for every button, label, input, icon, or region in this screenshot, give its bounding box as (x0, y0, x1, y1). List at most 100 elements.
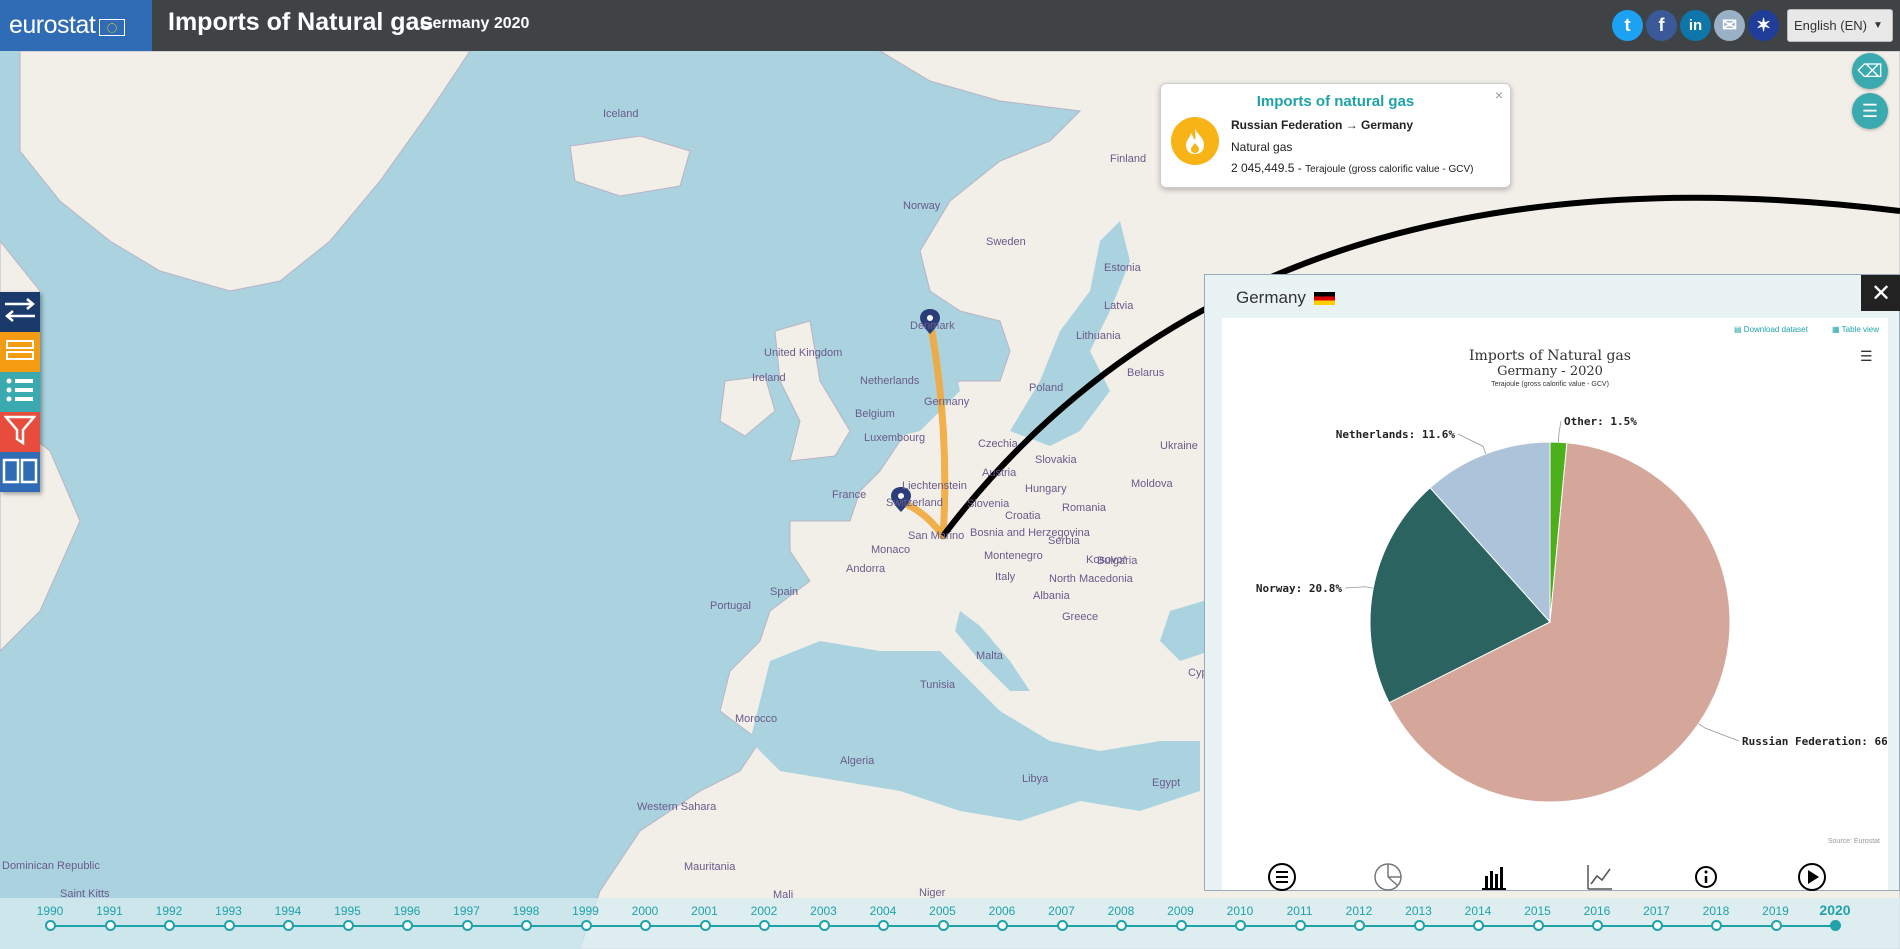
timeline-year-2009[interactable]: 2009 (1167, 904, 1194, 918)
timeline-year-1996[interactable]: 1996 (394, 904, 421, 918)
timeline-year-2014[interactable]: 2014 (1465, 904, 1492, 918)
timeline-dot-2006[interactable] (997, 920, 1008, 931)
timeline-year-1999[interactable]: 1999 (572, 904, 599, 918)
timeline-year-2002[interactable]: 2002 (751, 904, 778, 918)
timeline-year-1993[interactable]: 1993 (215, 904, 242, 918)
filter-tool-button[interactable] (0, 412, 40, 452)
linkedin-share-button[interactable]: in (1680, 10, 1711, 41)
swap-arrows-tool-button[interactable] (0, 292, 40, 332)
download-dataset-link[interactable]: ▤ Download dataset (1734, 325, 1808, 334)
timeline-year-2017[interactable]: 2017 (1643, 904, 1670, 918)
timeline-dot-2008[interactable] (1116, 920, 1127, 931)
timeline-dot-2018[interactable] (1711, 920, 1722, 931)
timeline-dot-1990[interactable] (45, 920, 56, 931)
map-label-portugal: Portugal (710, 600, 751, 612)
timeline-year-2000[interactable]: 2000 (632, 904, 659, 918)
timeline-dot-1999[interactable] (580, 920, 592, 931)
timeline-dot-1998[interactable] (521, 920, 532, 931)
timeline-dot-1992[interactable] (164, 920, 175, 931)
play-tab[interactable] (1796, 862, 1828, 897)
timeline-year-2008[interactable]: 2008 (1108, 904, 1135, 918)
timeline-year-1995[interactable]: 1995 (334, 904, 361, 918)
eu-flag-share-button[interactable]: ✶ (1748, 10, 1779, 41)
timeline-dot-2009[interactable] (1175, 920, 1187, 931)
timeline-year-2005[interactable]: 2005 (929, 904, 956, 918)
timeline-dot-2010[interactable] (1235, 920, 1246, 931)
book-tool-button[interactable] (0, 452, 40, 492)
timeline-year-2007[interactable]: 2007 (1048, 904, 1075, 918)
timeline-dot-2001[interactable] (699, 920, 711, 931)
menu-button[interactable]: ☰ (1852, 93, 1888, 129)
timeline-dot-1991[interactable] (104, 920, 116, 931)
eraser-button[interactable]: ⌫ (1852, 53, 1888, 89)
timeline-dot-1993[interactable] (223, 920, 235, 931)
timeline-year-2004[interactable]: 2004 (870, 904, 897, 918)
timeline-year-2010[interactable]: 2010 (1227, 904, 1254, 918)
map-label-hungary: Hungary (1025, 483, 1067, 495)
map-label-spain: Spain (770, 586, 799, 598)
timeline-dot-2002[interactable] (759, 920, 770, 931)
timeline-year-1997[interactable]: 1997 (453, 904, 480, 918)
timeline-dot-2005[interactable] (937, 920, 949, 931)
timeline-dot-1996[interactable] (402, 920, 413, 931)
eurostat-logo[interactable]: eurostat (0, 0, 152, 51)
timeline-year-1990[interactable]: 1990 (37, 904, 64, 918)
timeline-dot-2019[interactable] (1770, 920, 1782, 931)
timeline-dot-2016[interactable] (1592, 920, 1603, 931)
timeline-dot-1995[interactable] (342, 920, 354, 931)
year-timeline[interactable]: 1990 1991 1992 1993 1994 1995 1996 1997 1998 1999… (0, 898, 1900, 949)
flow-popup: Imports of natural gas × Russian Federat… (1160, 83, 1511, 188)
timeline-dot-2012[interactable] (1354, 920, 1365, 931)
play-icon (1797, 862, 1827, 897)
map-label-egypt: Egypt (1152, 777, 1181, 789)
germany-flag-icon (1313, 292, 1335, 306)
timeline-year-2006[interactable]: 2006 (989, 904, 1016, 918)
timeline-dot-2020[interactable] (1830, 920, 1841, 931)
map-label-finland: Finland (1110, 153, 1147, 165)
info-icon (1691, 862, 1721, 897)
timeline-dot-1997[interactable] (461, 920, 473, 931)
language-select[interactable]: English (EN) ▼ (1787, 9, 1893, 42)
timeline-year-2012[interactable]: 2012 (1346, 904, 1373, 918)
twitter-share-button[interactable]: t (1612, 10, 1643, 41)
timeline-dot-2000[interactable] (640, 920, 651, 931)
timeline-year-2011[interactable]: 2011 (1287, 904, 1313, 918)
timeline-year-1994[interactable]: 1994 (275, 904, 302, 918)
timeline-year-1998[interactable]: 1998 (513, 904, 540, 918)
timeline-year-2020[interactable]: 2020 (1819, 902, 1850, 918)
list-tool-button[interactable] (0, 372, 40, 412)
map-label-libya: Libya (1022, 773, 1049, 785)
timeline-dot-2015[interactable] (1532, 920, 1544, 931)
timeline-year-2019[interactable]: 2019 (1762, 904, 1789, 918)
pie-chart-tab[interactable] (1372, 862, 1404, 894)
map-label-slovakia: Slovakia (1035, 454, 1077, 466)
facebook-share-button[interactable]: f (1646, 10, 1677, 41)
timeline-year-2015[interactable]: 2015 (1524, 904, 1551, 918)
timeline-dot-2017[interactable] (1651, 920, 1663, 931)
list-circle-tab[interactable] (1266, 862, 1298, 894)
timeline-year-1992[interactable]: 1992 (156, 904, 183, 918)
timeline-dot-2003[interactable] (818, 920, 830, 931)
timeline-year-2016[interactable]: 2016 (1584, 904, 1611, 918)
timeline-year-2001[interactable]: 2001 (691, 904, 718, 918)
table-view-link[interactable]: ▦ Table view (1832, 325, 1879, 334)
bar-chart-tab[interactable] (1478, 864, 1510, 894)
timeline-dot-2014[interactable] (1473, 920, 1484, 931)
timeline-dot-1994[interactable] (283, 920, 294, 931)
timeline-dot-2011[interactable] (1294, 920, 1306, 931)
timeline-dot-2013[interactable] (1413, 920, 1425, 931)
timeline-year-2013[interactable]: 2013 (1405, 904, 1432, 918)
line-chart-tab[interactable] (1584, 864, 1616, 894)
pipeline-tool-button[interactable] (0, 332, 40, 372)
info-tab[interactable] (1690, 864, 1722, 894)
download-dataset-label: Download dataset (1743, 325, 1808, 334)
timeline-year-2003[interactable]: 2003 (810, 904, 837, 918)
panel-close-button[interactable]: ✕ (1861, 275, 1900, 311)
email-share-button[interactable]: ✉ (1714, 10, 1745, 41)
timeline-dot-2004[interactable] (878, 920, 889, 931)
hamburger-icon: ☰ (1861, 100, 1879, 121)
timeline-year-1991[interactable]: 1991 (96, 904, 123, 918)
popup-close-button[interactable]: × (1495, 87, 1503, 103)
timeline-year-2018[interactable]: 2018 (1703, 904, 1730, 918)
timeline-dot-2007[interactable] (1056, 920, 1068, 931)
